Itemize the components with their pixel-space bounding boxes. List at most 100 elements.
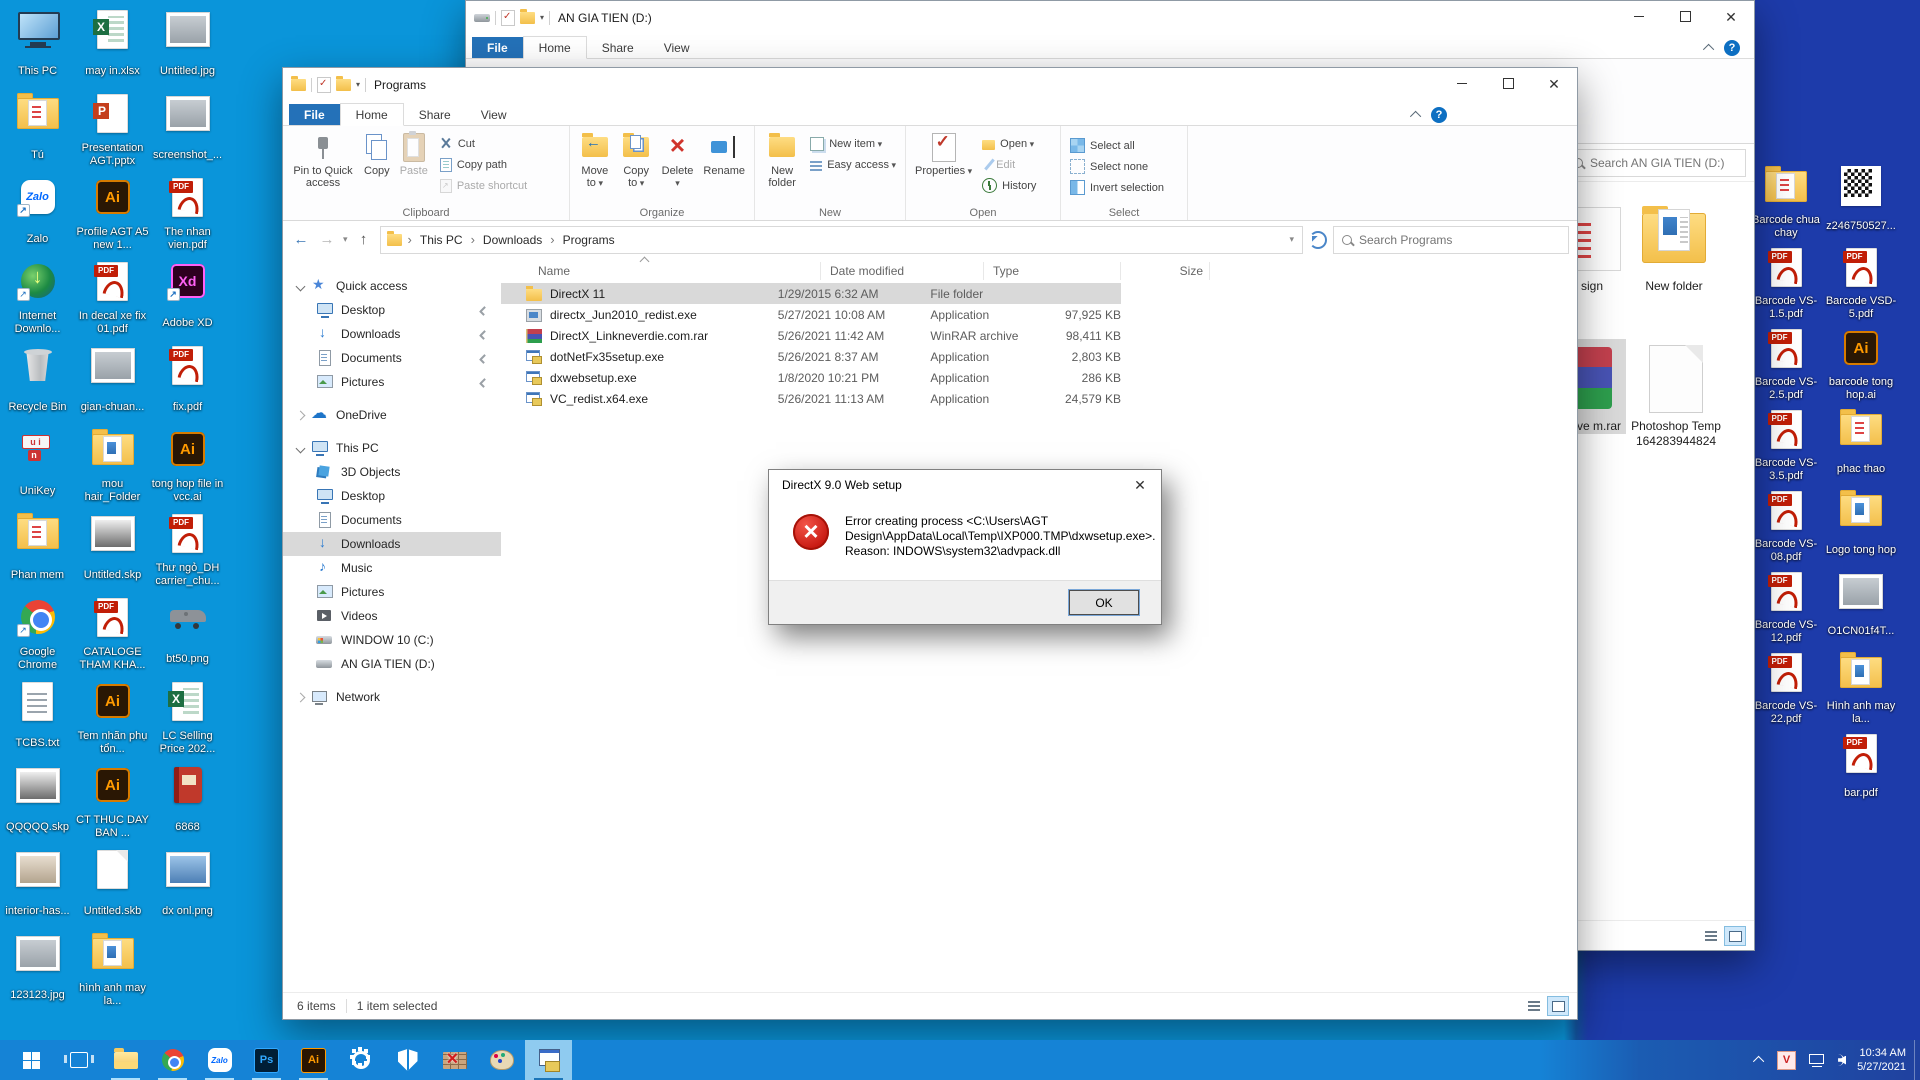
show-desktop-button[interactable] (1914, 1040, 1920, 1080)
desktop-icon-barcode-vs25[interactable]: Barcode VS-2.5.pdf (1749, 325, 1823, 406)
select-none-button[interactable]: Select none (1065, 156, 1169, 177)
paste-button[interactable]: Paste (395, 129, 433, 179)
title-bar[interactable]: ▾ AN GIA TIEN (D:) ✕ (466, 1, 1754, 34)
desktop-icon-screenshot[interactable]: screenshot_... (150, 90, 225, 174)
desktop-icon-profile-agt-ai[interactable]: Profile AGT A5 new 1... (75, 174, 150, 258)
search-box[interactable]: Search Programs (1333, 225, 1569, 254)
folder-icon[interactable] (520, 8, 535, 24)
taskbar-windows-security[interactable] (384, 1040, 431, 1080)
desktop-icon-phan-mem[interactable]: Phan mem (0, 510, 75, 594)
desktop-icon-this-pc[interactable]: This PC (0, 6, 75, 90)
desktop-icon-barcode-vs15[interactable]: Barcode VS-1.5.pdf (1749, 244, 1823, 325)
taskbar-directx-setup-active[interactable] (525, 1040, 572, 1080)
copy-button[interactable]: Copy (359, 129, 395, 179)
desktop-icon-tong-hop-ai[interactable]: tong hop file in vcc.ai (150, 426, 225, 510)
breadcrumb-downloads[interactable]: Downloads (481, 233, 544, 247)
sidebar-item-network[interactable]: Network (283, 685, 501, 709)
desktop-icon-barcode-tong-hop-ai[interactable]: barcode tong hop.ai (1824, 325, 1898, 406)
volume-tray-icon[interactable] (1838, 1054, 1847, 1066)
task-view-button[interactable] (55, 1040, 102, 1080)
desktop-icon-123123-jpg[interactable]: 123123.jpg (0, 930, 75, 1014)
address-dropdown-caret-icon[interactable]: ▾ (1289, 234, 1294, 245)
sidebar-item-desktop[interactable]: Desktop (283, 484, 501, 508)
desktop-icon-hinh-anh-may-la[interactable]: hình anh may la... (75, 930, 150, 1014)
ok-button[interactable]: OK (1068, 589, 1140, 616)
sidebar-item-windows-c[interactable]: WINDOW 10 (C:) (283, 628, 501, 652)
file-row-dxwebsetup[interactable]: dxwebsetup.exe 1/8/2020 10:21 PM Applica… (501, 367, 1121, 388)
breadcrumb-programs[interactable]: Programs (561, 233, 617, 247)
taskbar-file-explorer[interactable] (102, 1040, 149, 1080)
recent-locations-caret-icon[interactable]: ▾ (343, 234, 348, 245)
tab-file[interactable]: File (289, 104, 340, 125)
sidebar-item-videos[interactable]: Videos (283, 604, 501, 628)
edit-button[interactable]: Edit (977, 154, 1041, 175)
directx-error-dialog[interactable]: DirectX 9.0 Web setup ✕ Error creating p… (768, 469, 1162, 625)
desktop-icon-lc-selling-xlsx[interactable]: LC Selling Price 202... (150, 678, 225, 762)
details-view-toggle[interactable] (1700, 926, 1722, 946)
start-button[interactable] (8, 1040, 55, 1080)
sidebar-item-pictures-pinned[interactable]: Pictures (283, 370, 501, 394)
copy-to-button[interactable]: Copy to (616, 129, 657, 191)
desktop-icon-hinh-anh-may-la-2[interactable]: Hình anh may la... (1824, 649, 1898, 730)
chevron-down-icon[interactable] (295, 281, 306, 291)
clock[interactable]: 10:34 AM 5/27/2021 (1857, 1046, 1906, 1074)
desktop-icon-logo-tong-hop[interactable]: Logo tong hop (1824, 487, 1898, 568)
tab-file[interactable]: File (472, 37, 523, 58)
sidebar-item-quick-access[interactable]: Quick access (283, 274, 501, 298)
sidebar-item-this-pc[interactable]: This PC (283, 436, 501, 460)
sidebar-item-music[interactable]: Music (283, 556, 501, 580)
desktop-icon-o1cn01f4t[interactable]: O1CN01f4T... (1824, 568, 1898, 649)
delete-button[interactable]: × Delete (657, 129, 699, 191)
unikey-tray-icon[interactable] (1777, 1050, 1797, 1070)
desktop-icon-the-nhan-vien-pdf[interactable]: The nhan vien.pdf (150, 174, 225, 258)
chevron-right-icon[interactable] (295, 410, 306, 420)
search-box[interactable]: Search AN GIA TIEN (D:) (1564, 148, 1746, 177)
file-item-new-folder[interactable]: New folder (1626, 199, 1722, 294)
cut-button[interactable]: Cut (433, 133, 532, 154)
close-button[interactable]: ✕ (1708, 1, 1754, 32)
taskbar-zalo[interactable] (196, 1040, 243, 1080)
desktop-icon-tem-nhan-ai[interactable]: Tem nhãn phụ tổn... (75, 678, 150, 762)
new-folder-button[interactable]: New folder (759, 129, 805, 191)
taskbar-settings[interactable] (337, 1040, 384, 1080)
open-button[interactable]: Open (977, 133, 1041, 154)
chevron-right-icon[interactable] (295, 692, 306, 702)
desktop-icon-barcode-vs12[interactable]: Barcode VS-12.pdf (1749, 568, 1823, 649)
copy-path-button[interactable]: Copy path (433, 154, 532, 175)
history-button[interactable]: History (977, 175, 1041, 196)
desktop-icon-qqqqq-skp[interactable]: QQQQQ.skp (0, 762, 75, 846)
taskbar-photoshop[interactable] (243, 1040, 290, 1080)
thumbnail-view-toggle[interactable] (1724, 925, 1746, 946)
collapse-ribbon-icon[interactable] (1702, 43, 1715, 56)
rename-button[interactable]: Rename (698, 129, 750, 179)
tab-home[interactable]: Home (522, 36, 587, 59)
sidebar-item-desktop-pinned[interactable]: Desktop (283, 298, 501, 322)
desktop-icon-untitled-skb[interactable]: Untitled.skb (75, 846, 150, 930)
desktop-icon-bt50-png[interactable]: bt50.png (150, 594, 225, 678)
tab-share[interactable]: Share (404, 104, 466, 125)
tab-view[interactable]: View (649, 37, 705, 58)
column-header-date-modified[interactable]: Date modified (821, 261, 984, 280)
tab-home[interactable]: Home (339, 103, 404, 126)
desktop-icon-chrome[interactable]: Google Chrome (0, 594, 75, 678)
desktop-icon-6868[interactable]: 6868 (150, 762, 225, 846)
desktop-icon-unikey[interactable]: UniKey (0, 426, 75, 510)
column-header-name[interactable]: Name (501, 261, 821, 280)
sidebar-item-documents-pinned[interactable]: Documents (283, 346, 501, 370)
maximize-button[interactable] (1485, 68, 1531, 99)
chevron-down-icon[interactable] (295, 443, 306, 453)
desktop-icon-z246750527[interactable]: z246750527... (1824, 163, 1898, 244)
file-row-directx-11[interactable]: DirectX 11 1/29/2015 6:32 AM File folder (501, 283, 1121, 304)
file-row-vc-redist[interactable]: VC_redist.x64.exe 5/26/2021 11:13 AM App… (501, 388, 1121, 409)
select-all-button[interactable]: Select all (1065, 135, 1169, 156)
sidebar-item-downloads-pinned[interactable]: Downloads (283, 322, 501, 346)
forward-button[interactable]: → (317, 231, 337, 248)
minimize-button[interactable] (1439, 68, 1485, 99)
title-bar[interactable]: ▾ Programs ✕ (283, 68, 1577, 101)
taskbar-chrome[interactable] (149, 1040, 196, 1080)
close-button[interactable]: ✕ (1531, 68, 1577, 99)
sidebar-item-3d-objects[interactable]: 3D Objects (283, 460, 501, 484)
refresh-icon[interactable] (1309, 230, 1327, 249)
file-row-directx-linkneverdie[interactable]: DirectX_Linkneverdie.com.rar 5/26/2021 1… (501, 325, 1121, 346)
sidebar-item-an-gia-tien-d[interactable]: AN GIA TIEN (D:) (283, 652, 501, 676)
